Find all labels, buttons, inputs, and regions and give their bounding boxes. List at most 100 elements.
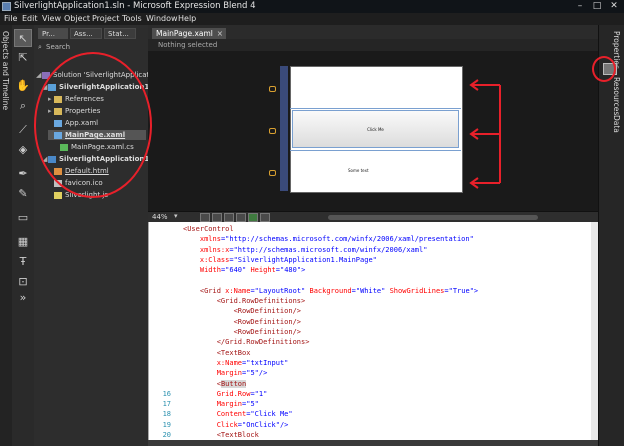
code-line[interactable]: xmlns="http://schemas.microsoft.com/winf… (183, 234, 474, 244)
code-line[interactable]: <RowDefinition/> (183, 317, 301, 327)
tab-mainpage-xaml[interactable]: MainPage.xaml × (152, 28, 226, 39)
effects-toggle-icon[interactable] (200, 213, 210, 222)
design-horizontal-scrollbar[interactable] (328, 215, 538, 220)
line-number (149, 317, 171, 327)
code-line[interactable]: <Button (183, 379, 247, 389)
minimize-button[interactable]: – (572, 1, 588, 12)
pen-icon[interactable]: ✒ (14, 165, 32, 183)
more-tools-icon[interactable]: » (14, 289, 32, 307)
code-token: ShowGridLines (389, 286, 445, 295)
layout-grid-icon[interactable]: ▦ (14, 233, 32, 251)
line-number (149, 368, 171, 378)
click-me-button[interactable]: Click Me (292, 110, 459, 148)
close-tab-icon[interactable]: × (217, 28, 223, 39)
menu-file[interactable]: File (4, 14, 17, 23)
objects-timeline-label[interactable]: Objects and Timeline (1, 31, 10, 110)
menu-view[interactable]: View (42, 14, 61, 23)
tab-data[interactable]: Data (612, 115, 621, 133)
menu-edit[interactable]: Edit (22, 14, 38, 23)
menu-object[interactable]: Object (64, 14, 90, 23)
comments-icon[interactable] (260, 213, 270, 222)
code-token: =" (250, 389, 259, 398)
code-line[interactable]: Margin="5"/> (183, 368, 268, 378)
code-line[interactable]: xmlns:x="http://schemas.microsoft.com/wi… (183, 245, 428, 255)
textblock-element[interactable]: Some text (348, 168, 369, 173)
code-line[interactable]: x:Class="SilverlightApplication1.MainPag… (183, 255, 377, 265)
eyedropper-icon[interactable]: ⟋ (14, 121, 32, 139)
editor-horizontal-scrollbar[interactable] (148, 440, 598, 446)
code-line[interactable]: x:Name="txtInput" (183, 358, 289, 368)
code-line[interactable]: Content="Click Me" (183, 409, 293, 419)
grid-row-divider[interactable] (290, 150, 461, 151)
tab-projects-label: Pr... (42, 30, 56, 38)
line-number (149, 306, 171, 316)
code-line[interactable]: <RowDefinition/> (183, 306, 301, 316)
code-token: Height (250, 266, 276, 275)
menu-help[interactable]: Help (178, 14, 196, 23)
annotations-icon[interactable] (248, 213, 258, 222)
snap-grid-icon[interactable] (212, 213, 222, 222)
code-token: LayoutRoot (258, 286, 302, 295)
tab-projects[interactable]: Pr... (38, 28, 68, 39)
code-line[interactable]: <TextBlock (183, 430, 259, 440)
code-line[interactable]: Grid.Row="1" (183, 389, 268, 399)
code-line[interactable]: <TextBox (183, 348, 251, 358)
code-token: True (452, 286, 470, 295)
show-grid-icon[interactable] (224, 213, 234, 222)
line-number (149, 358, 171, 368)
design-surface[interactable]: Click Me Some text (148, 51, 598, 211)
red-circle-annotation (34, 52, 152, 198)
menu-project[interactable]: Project (92, 14, 119, 23)
close-button[interactable]: ✕ (606, 1, 622, 12)
code-line[interactable]: <Grid x:Name="LayoutRoot" Background="Wh… (183, 286, 478, 296)
code-line[interactable]: Width="640" Height="480"> (183, 265, 305, 275)
code-token: <TextBlock (183, 431, 259, 439)
code-token: " (254, 400, 259, 409)
code-line[interactable]: Margin="5" (183, 399, 259, 409)
js-file-icon (54, 191, 62, 199)
snap-lines-icon[interactable] (236, 213, 246, 222)
code-line[interactable]: <RowDefinition/> (183, 327, 301, 337)
tab-states[interactable]: Stat... (104, 28, 136, 39)
tab-states-label: Stat... (108, 30, 129, 38)
code-line[interactable]: Click="OnClick"/> (183, 420, 289, 430)
code-token: Grid.Row (183, 389, 251, 398)
tab-assets[interactable]: Ass... (70, 28, 102, 39)
zoom-icon[interactable]: ⌕ (14, 97, 32, 115)
menu-tools[interactable]: Tools (122, 14, 142, 23)
grid-row-ruler[interactable] (280, 66, 288, 191)
line-number: 17 (162, 400, 171, 409)
selection-icon[interactable]: ↖ (14, 29, 32, 47)
zoom-dropdown-icon[interactable]: ▾ (174, 212, 178, 220)
code-token: =" (250, 286, 259, 295)
menu-window[interactable]: Window (146, 14, 178, 23)
grid-row-divider[interactable] (290, 108, 461, 109)
line-number (149, 379, 171, 389)
red-circle-annotation (592, 56, 616, 82)
code-token: 640 (229, 266, 243, 275)
code-line[interactable]: <Grid.RowDefinitions> (183, 296, 306, 306)
code-token: " (423, 245, 428, 254)
tab-resources[interactable]: Resources (612, 77, 621, 115)
code-token: Click Me (254, 410, 289, 419)
title-bar: SilverlightApplication1.sln - Microsoft … (0, 0, 624, 14)
code-token: <RowDefinition/> (183, 307, 302, 316)
selection-breadcrumb: Nothing selected (148, 39, 598, 51)
code-line[interactable]: <UserControl (183, 224, 234, 234)
lock-icon[interactable] (269, 128, 276, 134)
direct-select-icon[interactable]: ⇱ (14, 49, 32, 67)
search-icon: ⌕ (38, 43, 42, 51)
rectangle-icon[interactable]: ▭ (14, 209, 32, 227)
code-token: "/> (254, 369, 268, 378)
lock-icon[interactable] (269, 86, 276, 92)
xaml-code-editor[interactable]: 16 17 18 19 20 <UserControl xmlns="http://sc… (148, 222, 599, 440)
pan-icon[interactable]: ✋ (14, 77, 32, 95)
maximize-button[interactable]: □ (589, 1, 605, 12)
textblock-icon[interactable]: Ŧ (14, 253, 32, 271)
lock-icon[interactable] (269, 170, 276, 176)
code-line[interactable]: </Grid.RowDefinitions> (183, 337, 310, 347)
code-token: =" (351, 286, 361, 295)
paint-bucket-icon[interactable]: ◈ (14, 141, 32, 159)
brush-icon[interactable]: ✎ (14, 185, 32, 203)
code-token: White (360, 286, 382, 295)
